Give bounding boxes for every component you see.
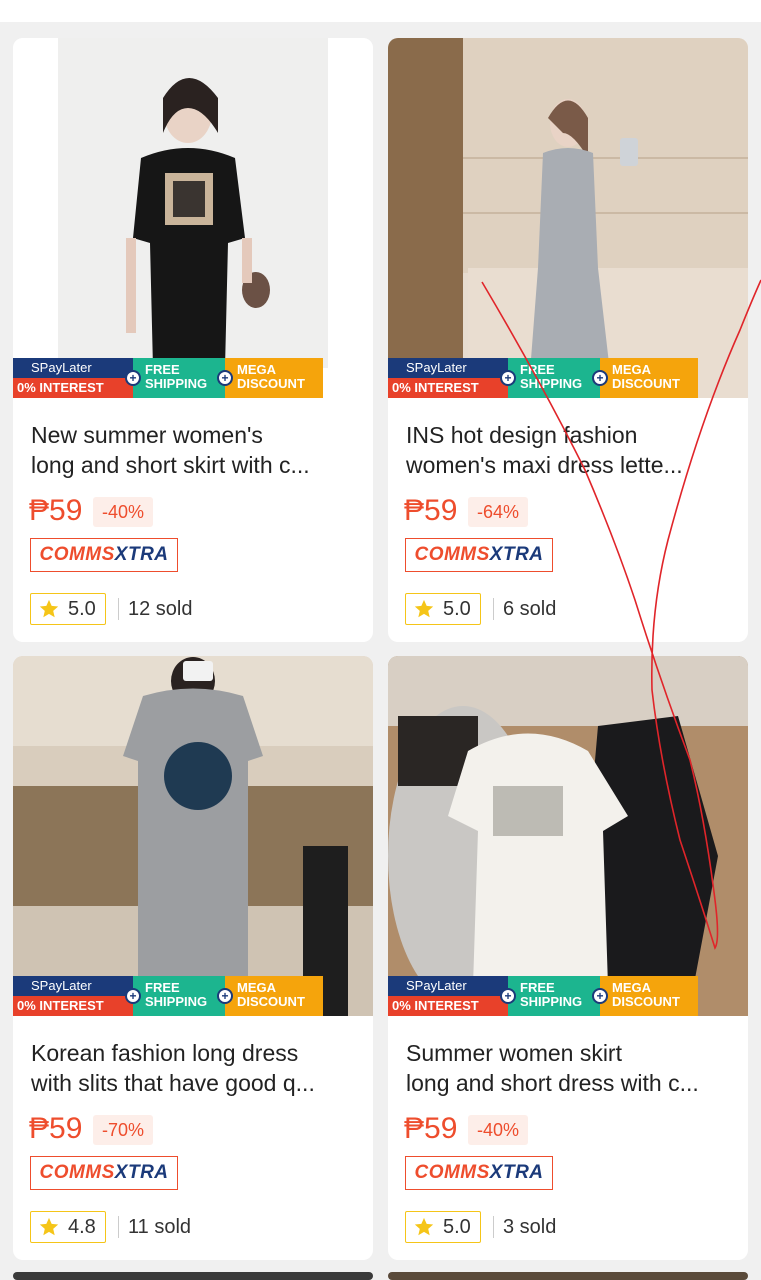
sold-count: 3 sold	[503, 1216, 557, 1238]
divider	[493, 598, 494, 620]
product-card[interactable]: SPayLater 0% INTEREST + FREE SHIPPING + …	[13, 38, 373, 642]
sold-count: 6 sold	[503, 598, 557, 620]
product-title[interactable]: New summer women's long and short skirt …	[31, 420, 361, 480]
star-icon	[39, 599, 59, 618]
product-price: ₱59	[404, 494, 458, 527]
rating-badge: 5.0	[30, 593, 106, 625]
promo-banner: SPayLater 0% INTEREST + FREE SHIPPING + …	[388, 358, 698, 398]
plus-icon: +	[500, 370, 516, 386]
product-card[interactable]: SPayLater 0% INTEREST + FREE SHIPPING + …	[13, 656, 373, 1260]
discount-badge: -40%	[93, 497, 154, 527]
promo-banner: SPayLater 0% INTEREST + FREE SHIPPING + …	[13, 976, 323, 1016]
star-icon	[414, 1217, 434, 1236]
spaylater-badge: SPayLater 0% INTEREST	[13, 358, 133, 398]
promo-banner: SPayLater 0% INTEREST + FREE SHIPPING + …	[388, 976, 698, 1016]
sold-count: 12 sold	[128, 598, 193, 620]
product-card-partial[interactable]	[13, 1272, 373, 1280]
divider	[118, 1216, 119, 1238]
product-image[interactable]: SPayLater 0% INTEREST + FREE SHIPPING + …	[13, 38, 373, 398]
plus-icon: +	[125, 988, 141, 1004]
rating-badge: 5.0	[405, 1211, 481, 1243]
product-title[interactable]: Korean fashion long dress with slits tha…	[31, 1038, 361, 1098]
product-title[interactable]: Summer women skirt long and short dress …	[406, 1038, 736, 1098]
star-icon	[39, 1217, 59, 1236]
plus-icon: +	[125, 370, 141, 386]
commsxtra-badge: COMMSXTRA	[30, 538, 178, 572]
star-icon	[414, 599, 434, 618]
rating-badge: 5.0	[405, 593, 481, 625]
plus-icon: +	[500, 988, 516, 1004]
divider	[493, 1216, 494, 1238]
plus-icon: +	[592, 988, 608, 1004]
plus-icon: +	[217, 988, 233, 1004]
commsxtra-badge: COMMSXTRA	[405, 1156, 553, 1190]
top-bar	[0, 0, 761, 22]
product-image[interactable]: SPayLater 0% INTEREST + FREE SHIPPING + …	[13, 656, 373, 1016]
promo-banner: SPayLater 0% INTEREST + FREE SHIPPING + …	[13, 358, 323, 398]
commsxtra-badge: COMMSXTRA	[30, 1156, 178, 1190]
divider	[118, 598, 119, 620]
discount-badge: -64%	[468, 497, 529, 527]
free-shipping-badge: + FREE SHIPPING	[125, 358, 225, 398]
discount-badge: -70%	[93, 1115, 154, 1145]
product-price: ₱59	[29, 494, 83, 527]
commsxtra-badge: COMMSXTRA	[405, 538, 553, 572]
plus-icon: +	[592, 370, 608, 386]
product-title[interactable]: INS hot design fashion women's maxi dres…	[406, 420, 736, 480]
plus-icon: +	[217, 370, 233, 386]
product-price: ₱59	[404, 1112, 458, 1145]
mega-discount-badge: + MEGA DISCOUNT	[217, 358, 323, 398]
discount-badge: -40%	[468, 1115, 529, 1145]
product-card-partial[interactable]	[388, 1272, 748, 1280]
product-image[interactable]: SPayLater 0% INTEREST + FREE SHIPPING + …	[388, 38, 748, 398]
product-image[interactable]: SPayLater 0% INTEREST + FREE SHIPPING + …	[388, 656, 748, 1016]
product-price: ₱59	[29, 1112, 83, 1145]
product-card[interactable]: SPayLater 0% INTEREST + FREE SHIPPING + …	[388, 38, 748, 642]
product-card[interactable]: SPayLater 0% INTEREST + FREE SHIPPING + …	[388, 656, 748, 1260]
sold-count: 11 sold	[128, 1216, 192, 1238]
rating-badge: 4.8	[30, 1211, 106, 1243]
